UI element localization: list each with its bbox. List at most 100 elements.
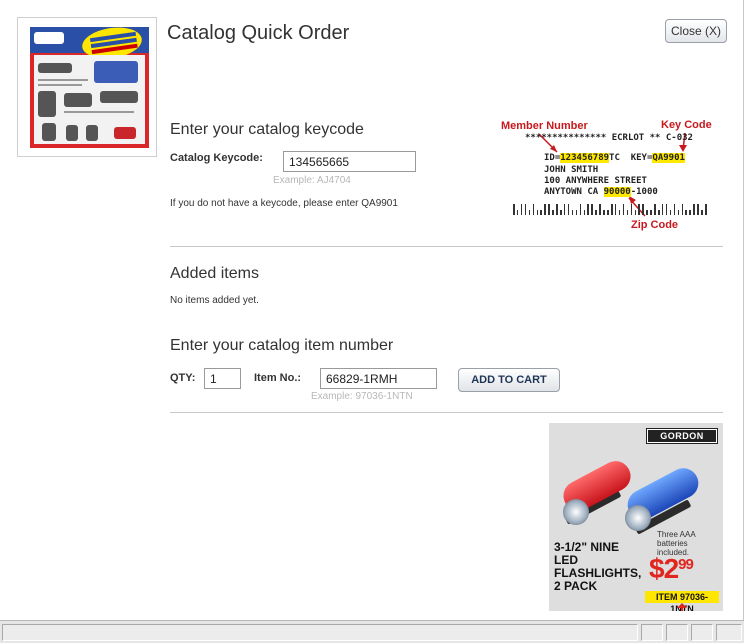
product-name: 3-1/2" NINE LED FLASHLIGHTS, 2 PACK	[554, 540, 642, 593]
barcode-bar	[689, 210, 691, 215]
label-line-3: JOHN SMITH	[544, 165, 599, 175]
barcode-bar	[528, 210, 531, 215]
barcode-bar	[544, 204, 546, 215]
city-state: ANYTOWN CA	[544, 187, 604, 197]
barcode-bar	[642, 204, 644, 215]
item-number-label: Item No.:	[254, 372, 302, 384]
status-pane	[666, 624, 688, 641]
barcode-bar	[626, 210, 629, 215]
barcode-bar	[685, 210, 687, 215]
barcode-bar	[646, 210, 648, 215]
barcode-bar	[532, 204, 535, 215]
zip-suffix: -1000	[630, 187, 658, 197]
barcode-bar	[516, 210, 519, 215]
brand-logo: GORDON	[646, 428, 718, 444]
postal-barcode	[513, 204, 709, 215]
price-dollars: $2	[649, 553, 679, 584]
keycode-input[interactable]	[283, 151, 416, 172]
barcode-bar	[560, 210, 562, 215]
promo-ad[interactable]: GORDON Three AAA batteries included. 3-1…	[549, 423, 723, 611]
zip-code-value: 90000	[603, 187, 631, 197]
barcode-bar	[634, 210, 637, 215]
barcode-bar	[693, 204, 695, 215]
status-pane	[641, 624, 663, 641]
barcode-bar	[524, 204, 527, 215]
qty-label: QTY:	[170, 372, 196, 384]
barcode-bar	[665, 204, 668, 215]
barcode-bar	[591, 204, 593, 215]
price-cents: 99	[678, 556, 694, 573]
catalog-cover-image	[17, 17, 157, 157]
label-line-4: 100 ANYWHERE STREET	[544, 176, 647, 186]
dialog-title: Catalog Quick Order	[167, 22, 350, 44]
barcode-bar	[658, 210, 660, 215]
add-to-cart-button[interactable]: ADD TO CART	[458, 368, 560, 392]
barcode-bar	[681, 204, 684, 215]
key-code-value: QA9901	[652, 153, 685, 163]
barcode-bar	[567, 204, 570, 215]
barcode-bar	[540, 210, 542, 215]
barcode-bar	[607, 210, 609, 215]
zip-code-label: Zip Code	[631, 219, 679, 231]
item-number-example: Example: 97036-1NTN	[311, 391, 413, 402]
barcode-bar	[603, 210, 605, 215]
barcode-bar	[622, 204, 625, 215]
barcode-bar	[650, 210, 652, 215]
added-items-empty: No items added yet.	[170, 295, 259, 306]
barcode-bar	[618, 210, 621, 215]
up-arrow-icon	[677, 603, 687, 611]
barcode-bar	[661, 204, 664, 215]
item-number-input[interactable]	[320, 368, 437, 389]
barcode-bar	[583, 210, 586, 215]
barcode-bar	[548, 204, 550, 215]
label-line-1: *************** ECRLOT ** C-032	[525, 133, 693, 143]
barcode-bar	[701, 210, 703, 215]
barcode-bar	[536, 210, 539, 215]
barcode-bar	[677, 210, 680, 215]
qty-input[interactable]	[204, 368, 241, 389]
divider-1	[170, 246, 723, 247]
keycode-note: If you do not have a keycode, please ent…	[170, 198, 398, 209]
barcode-bar	[673, 204, 676, 215]
added-items-heading: Added items	[170, 265, 259, 282]
mailing-label-diagram: Member Number Key Code *************** E…	[497, 116, 727, 234]
status-pane	[716, 624, 742, 641]
barcode-bar	[630, 204, 633, 215]
id-prefix: ID=	[544, 153, 561, 163]
barcode-bar	[571, 210, 574, 215]
barcode-bar	[638, 204, 640, 215]
barcode-bar	[654, 204, 656, 215]
barcode-bar	[587, 204, 589, 215]
barcode-bar	[556, 204, 558, 215]
label-line-5: ANYTOWN CA 90000-1000	[544, 187, 658, 197]
product-price: $299	[649, 553, 694, 585]
divider-2	[170, 412, 723, 413]
label-line-2: ID=123456789TC KEY=QA9901	[544, 153, 685, 163]
quick-order-dialog: Catalog Quick Order Close (X) Enter your…	[0, 0, 744, 643]
catalog-cover-art	[30, 27, 149, 148]
close-button[interactable]: Close (X)	[665, 19, 727, 43]
barcode-bar	[575, 210, 578, 215]
keycode-heading: Enter your catalog keycode	[170, 121, 364, 138]
barcode-bar	[595, 210, 597, 215]
item-number-heading: Enter your catalog item number	[170, 337, 394, 354]
barcode-bar	[579, 204, 582, 215]
barcode-bar	[599, 204, 601, 215]
flashlight-lens	[625, 505, 651, 531]
status-text-pane	[2, 624, 638, 641]
barcode-bar	[705, 204, 707, 215]
barcode-bar	[563, 204, 566, 215]
member-number-value: 123456789	[560, 153, 610, 163]
barcode-bar	[552, 210, 554, 215]
barcode-bar	[520, 204, 523, 215]
barcode-bar	[669, 210, 672, 215]
status-pane	[691, 624, 713, 641]
id-suffix: TC KEY=	[609, 153, 653, 163]
barcode-bar	[611, 204, 613, 215]
barcode-bar	[697, 204, 699, 215]
barcode-bar	[614, 204, 617, 215]
flashlight-lens	[563, 499, 589, 525]
keycode-label: Catalog Keycode:	[170, 152, 263, 164]
keycode-example: Example: AJ4704	[273, 175, 351, 186]
status-bar	[0, 620, 744, 643]
